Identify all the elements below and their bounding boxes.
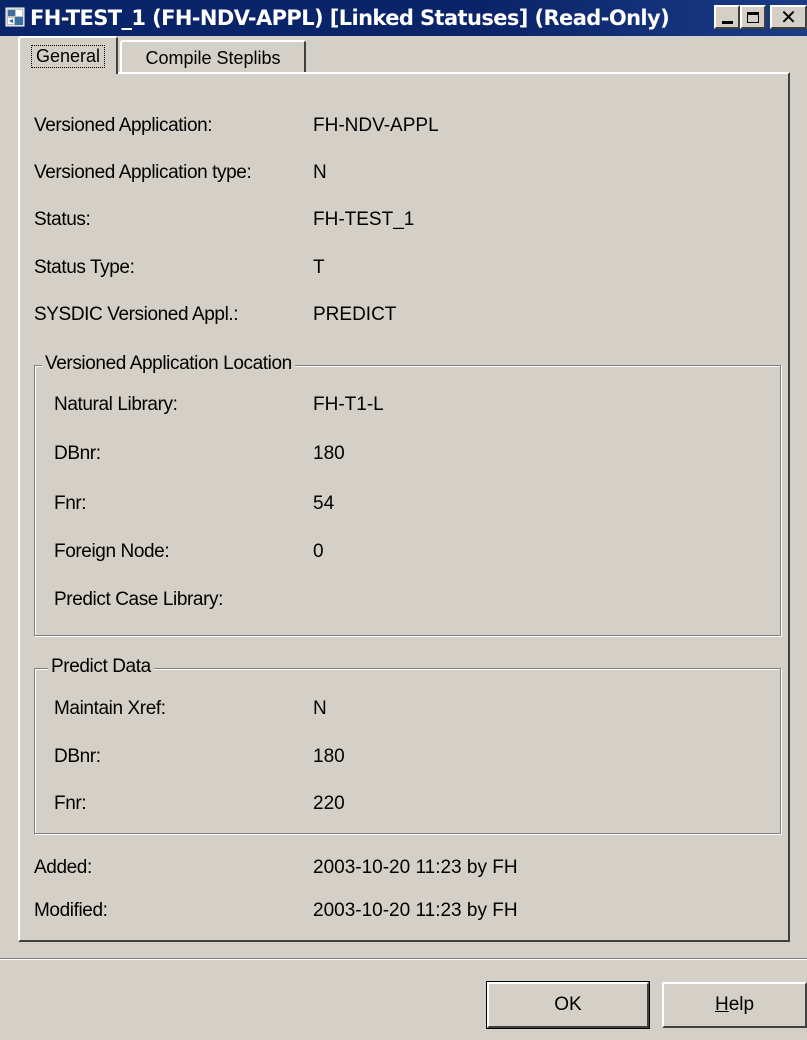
tab-compile-steplibs-label: Compile Steplibs (145, 47, 281, 68)
title-bar[interactable]: FH-TEST_1 (FH-NDV-APPL) [Linked Statuses… (0, 0, 807, 36)
tab-compile-steplibs[interactable]: Compile Steplibs (120, 40, 306, 74)
tab-panel-cover (20, 70, 116, 76)
minimize-button[interactable] (714, 5, 740, 29)
tab-general[interactable]: General (18, 36, 118, 74)
app-window-icon[interactable] (5, 7, 25, 27)
help-button-label: Help (715, 994, 754, 1016)
minimize-icon (721, 20, 733, 24)
close-button[interactable]: ✕ (770, 5, 807, 29)
help-label-rest: elp (728, 994, 755, 1015)
dialog-window: FH-TEST_1 (FH-NDV-APPL) [Linked Statuses… (0, 0, 807, 1040)
maximize-button[interactable] (740, 5, 766, 29)
maximize-icon (747, 11, 759, 23)
close-icon: ✕ (780, 5, 797, 29)
footer-divider (0, 958, 807, 960)
window-title: FH-TEST_1 (FH-NDV-APPL) [Linked Statuses… (30, 6, 670, 30)
tab-general-label: General (30, 44, 106, 68)
help-mnemonic: H (714, 994, 729, 1015)
ok-button[interactable]: OK (486, 981, 650, 1029)
ok-button-label: OK (554, 994, 582, 1015)
tab-panel-general (18, 72, 790, 942)
help-button[interactable]: Help (662, 982, 807, 1028)
